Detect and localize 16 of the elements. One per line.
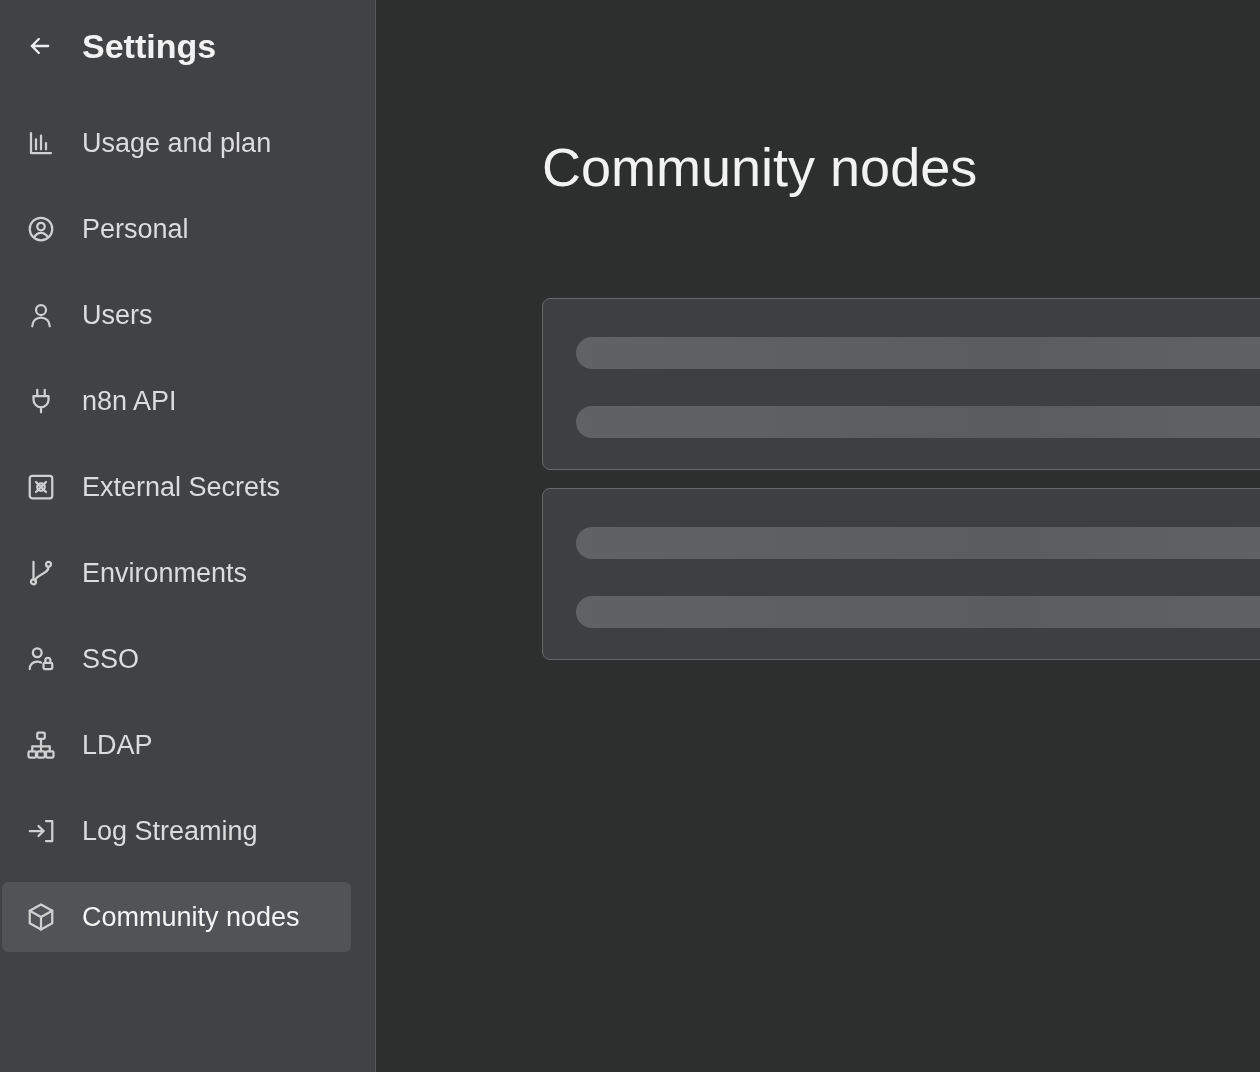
sidebar-item[interactable]: Usage and plan: [2, 108, 351, 178]
sidebar-item[interactable]: Personal: [2, 194, 351, 264]
menu-item-icon: [26, 902, 56, 932]
sidebar-item[interactable]: Users: [2, 280, 351, 350]
menu-item-icon: [26, 214, 56, 244]
sidebar-item[interactable]: Environments: [2, 538, 351, 608]
sidebar-item[interactable]: n8n API: [2, 366, 351, 436]
sidebar-title: Settings: [82, 26, 217, 66]
sidebar-item[interactable]: Community nodes: [2, 882, 351, 952]
menu-item-icon: [26, 730, 56, 760]
sidebar-item[interactable]: Log Streaming: [2, 796, 351, 866]
sidebar-item[interactable]: LDAP: [2, 710, 351, 780]
sidebar-item[interactable]: External Secrets: [2, 452, 351, 522]
sidebar-item[interactable]: SSO: [2, 624, 351, 694]
menu-item-icon: [26, 472, 56, 502]
page-title: Community nodes: [542, 136, 979, 198]
